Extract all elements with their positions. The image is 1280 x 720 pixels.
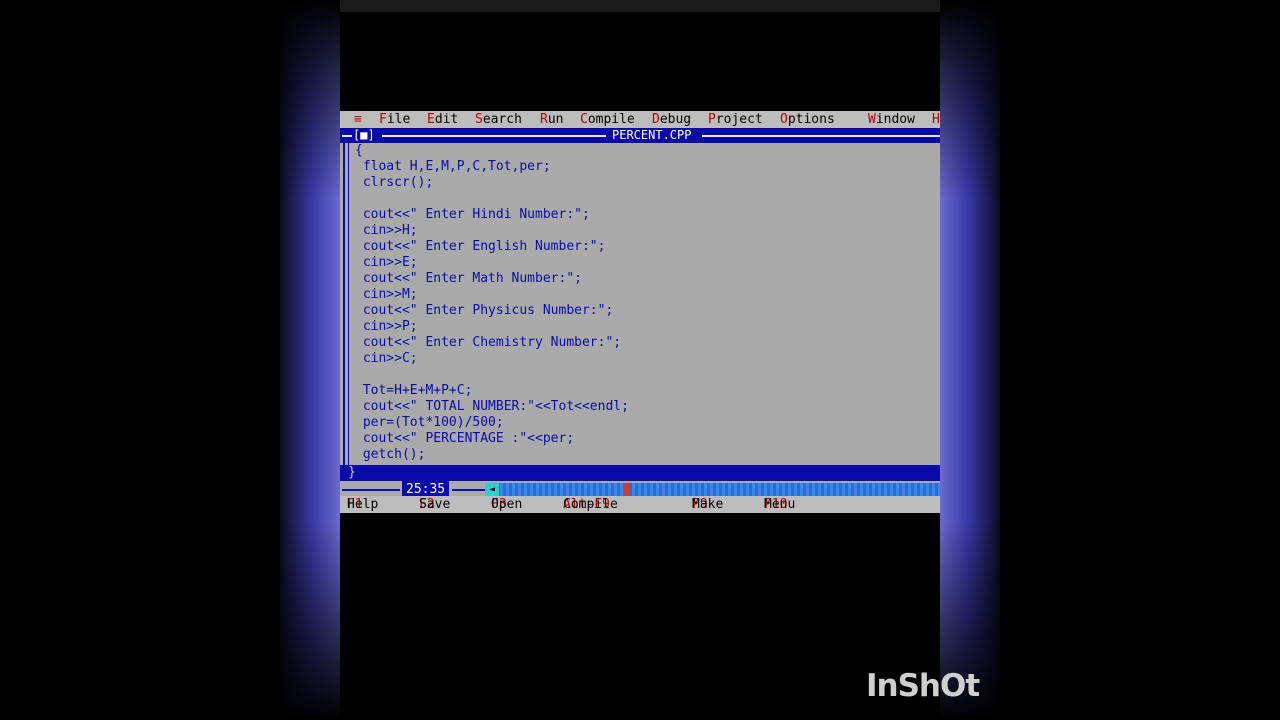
code-line[interactable]: cin>>H; [355, 223, 629, 239]
menu-bar: ≡ File Edit Search Run Compile Debug Pro… [340, 111, 940, 128]
code-line[interactable]: cout<<" Enter English Number:"; [355, 239, 629, 255]
code-line[interactable]: cin>>C; [355, 351, 629, 367]
code-line[interactable]: per=(Tot*100)/500; [355, 415, 629, 431]
top-strip [340, 0, 940, 12]
code-line[interactable]: cout<<" Enter Physicus Number:"; [355, 303, 629, 319]
code-line[interactable]: getch(); [355, 447, 629, 463]
menu-debug[interactable]: Debug [652, 111, 691, 128]
code-line[interactable]: cout<<" TOTAL NUMBER:"<<Tot<<endl; [355, 399, 629, 415]
code-line[interactable]: cout<<" Enter Hindi Number:"; [355, 207, 629, 223]
menu-file[interactable]: File [379, 111, 410, 128]
code-line[interactable]: Tot=H+E+M+P+C; [355, 383, 629, 399]
source-code[interactable]: { float H,E,M,P,C,Tot,per; clrscr(); cou… [355, 143, 629, 463]
right-blur-band [940, 0, 1000, 720]
code-line[interactable]: clrscr(); [355, 175, 629, 191]
code-line[interactable]: cout<<" Enter Chemistry Number:"; [355, 335, 629, 351]
close-box-icon[interactable]: [■] [353, 128, 375, 143]
scroll-thumb[interactable] [623, 483, 629, 496]
left-frame-border [343, 143, 349, 483]
scroll-left-arrow-icon[interactable]: ◄ [485, 483, 499, 496]
menu-options[interactable]: Options [780, 111, 835, 128]
editor-title-bar: [■] PERCENT.CPP [340, 128, 940, 143]
left-blur-band [280, 0, 340, 720]
code-editor[interactable]: { float H,E,M,P,C,Tot,per; clrscr(); cou… [340, 143, 940, 483]
menu-edit[interactable]: Edit [427, 111, 458, 128]
turbo-cpp-ide: ≡ File Edit Search Run Compile Debug Pro… [340, 111, 940, 513]
menu-help[interactable]: H [932, 111, 940, 128]
frame-line [382, 135, 606, 137]
code-line[interactable] [355, 191, 629, 207]
horizontal-scrollbar[interactable]: ◄ [485, 483, 940, 496]
frame-line [452, 489, 485, 491]
inshot-watermark: InShOt [866, 668, 980, 704]
code-line[interactable]: { [355, 143, 629, 159]
current-line-text: } [348, 465, 356, 480]
code-line[interactable]: cin>>M; [355, 287, 629, 303]
frame-line [702, 135, 940, 137]
menu-window[interactable]: Window [868, 111, 915, 128]
code-line[interactable]: cout<<" Enter Math Number:"; [355, 271, 629, 287]
menu-project[interactable]: Project [708, 111, 763, 128]
frame-line [342, 489, 400, 491]
code-line[interactable]: float H,E,M,P,C,Tot,per; [355, 159, 629, 175]
code-line[interactable]: cin>>P; [355, 319, 629, 335]
window-title: PERCENT.CPP [612, 128, 692, 142]
menu-compile[interactable]: Compile [580, 111, 635, 128]
code-line[interactable]: cout<<" PERCENTAGE :"<<per; [355, 431, 629, 447]
code-line[interactable] [355, 367, 629, 383]
current-line-highlight[interactable]: } [340, 465, 940, 481]
code-line[interactable]: cin>>E; [355, 255, 629, 271]
function-key-bar: F1 Help F2 Save F3 Open Alt-F9 Compile F… [340, 496, 940, 513]
system-menu-icon[interactable]: ≡ [354, 111, 362, 128]
menu-search[interactable]: Search [475, 111, 522, 128]
menu-run[interactable]: Run [540, 111, 563, 128]
frame-line [342, 135, 352, 137]
